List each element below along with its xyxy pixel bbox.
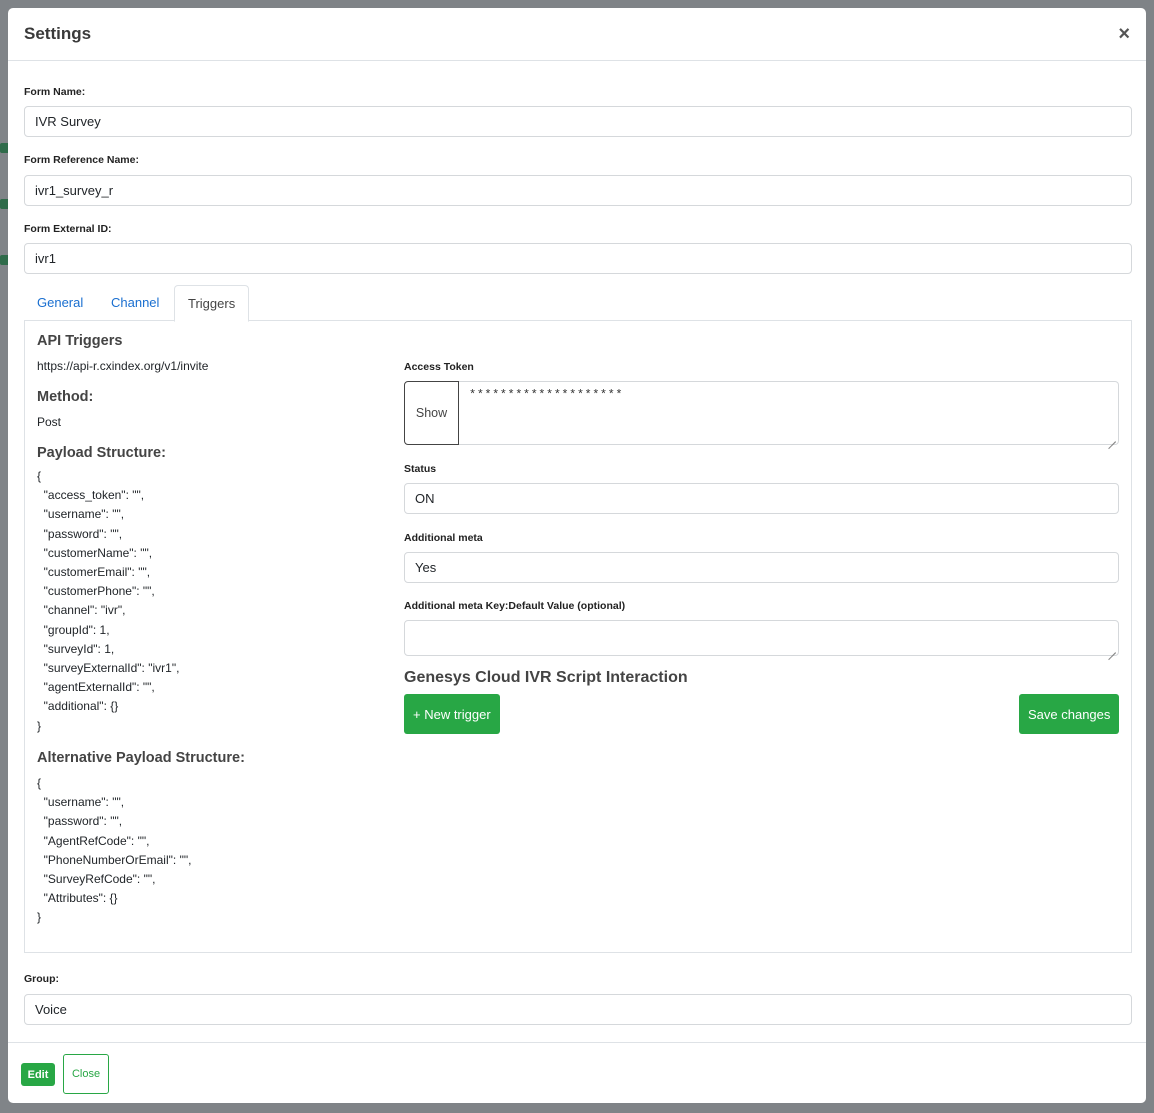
new-trigger-button[interactable]: + New trigger (404, 694, 500, 734)
code-line: "surveyExternalId": "ivr1", (37, 661, 180, 676)
access-token-value: ******************** (469, 388, 624, 402)
api-url: https://api-r.cxindex.org/v1/invite (37, 359, 209, 373)
modal-title: Settings (24, 24, 92, 43)
modal-footer: Edit Close (8, 1042, 1146, 1103)
payload-heading: Payload Structure: (37, 445, 166, 461)
api-triggers-heading: API Triggers (37, 333, 123, 349)
status-select[interactable]: ON (404, 483, 1119, 514)
settings-modal: Settings × Form Name: IVR Survey Form Re… (8, 8, 1146, 1103)
code-line: { (37, 469, 42, 483)
payload-code: { "access_token": "", "username": "", "p… (37, 467, 179, 736)
show-token-button[interactable]: Show (404, 381, 459, 445)
code-line: "SurveyRefCode": "", (37, 872, 156, 887)
resize-handle[interactable] (1108, 434, 1116, 442)
code-line: "Attributes": {} (37, 891, 118, 906)
code-line: "customerEmail": "", (37, 565, 151, 580)
additional-meta-label: Additional meta (404, 532, 483, 544)
code-line: "access_token": "", (37, 488, 145, 503)
code-line: "groupId": 1, (37, 622, 110, 637)
status-label: Status (404, 463, 437, 475)
code-line: "AgentRefCode": "", (37, 833, 150, 848)
form-name-input[interactable]: IVR Survey (24, 106, 1132, 137)
tab-channel[interactable]: Channel (98, 285, 172, 321)
edit-button[interactable]: Edit (21, 1063, 55, 1086)
code-line: "channel": "ivr", (37, 603, 126, 618)
code-line: { (37, 776, 42, 790)
additional-meta-select[interactable]: Yes (404, 552, 1119, 583)
code-line: "additional": {} (37, 699, 119, 714)
settings-tabs: General Channel Triggers (24, 285, 1132, 322)
access-token-label: Access Token (404, 361, 474, 373)
group-label: Group: (24, 973, 59, 985)
alt-payload-code: { "username": "", "password": "", "Agent… (37, 774, 191, 928)
save-changes-button[interactable]: Save changes (1019, 694, 1120, 734)
tab-triggers[interactable]: Triggers (174, 285, 250, 322)
code-line: "customerName": "", (37, 545, 153, 560)
method-heading: Method: (37, 389, 94, 405)
resize-handle[interactable] (1108, 645, 1116, 653)
modal-header: Settings × (8, 8, 1146, 61)
access-token-group: Show ******************** (404, 381, 1119, 445)
code-line: "password": "", (37, 526, 123, 541)
modal-body: Form Name: IVR Survey Form Reference Nam… (8, 61, 1146, 1042)
code-line: "surveyId": 1, (37, 641, 115, 656)
code-line: "username": "", (37, 507, 125, 522)
triggers-pane: API Triggers https://api-r.cxindex.org/v… (24, 320, 1132, 953)
form-name-label: Form Name: (24, 86, 86, 98)
alt-payload-heading: Alternative Payload Structure: (37, 750, 245, 766)
code-line: "password": "", (37, 814, 123, 829)
form-reference-name-label: Form Reference Name: (24, 154, 139, 166)
code-line: } (37, 718, 42, 733)
code-line: "PhoneNumberOrEmail": "", (37, 852, 192, 867)
meta-kv-textarea[interactable] (404, 620, 1119, 656)
method-value: Post (37, 415, 62, 429)
form-external-id-label: Form External ID: (24, 223, 112, 235)
code-line: "username": "", (37, 795, 125, 810)
tab-general[interactable]: General (24, 285, 96, 321)
code-line: "customerPhone": "", (37, 584, 155, 599)
access-token-textarea[interactable]: ******************** (459, 381, 1119, 445)
group-select[interactable]: Voice (24, 994, 1132, 1025)
close-button[interactable]: Close (63, 1054, 109, 1094)
form-reference-name-input[interactable]: ivr1_survey_r (24, 175, 1132, 206)
code-line: } (37, 910, 42, 925)
code-line: "agentExternalId": "", (37, 680, 155, 695)
meta-kv-label: Additional meta Key:Default Value (optio… (404, 600, 626, 612)
form-external-id-input[interactable]: ivr1 (24, 243, 1132, 274)
close-icon[interactable]: × (1118, 24, 1130, 44)
genesys-heading: Genesys Cloud IVR Script Interaction (404, 669, 688, 686)
